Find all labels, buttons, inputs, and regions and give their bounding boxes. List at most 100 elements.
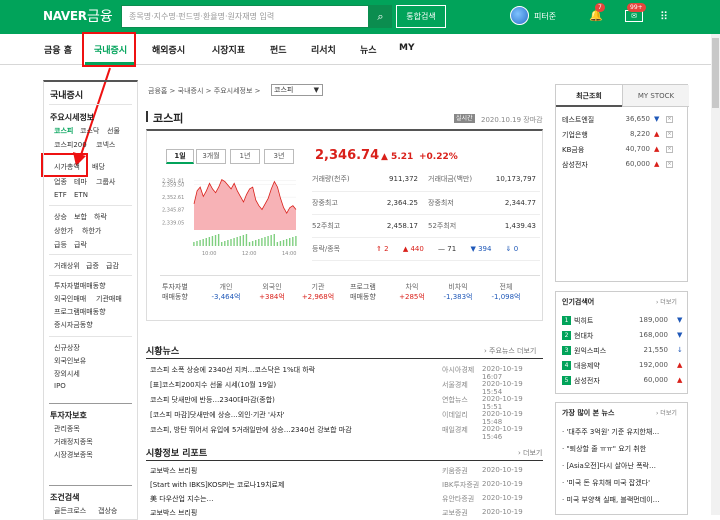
news-headline[interactable]: 코스피 소폭 상승에 2340선 지켜…코스닥은 1%대 하락 [150,365,315,375]
stock-name[interactable]: 대응제약 [574,361,600,371]
tab-1year[interactable]: 1년 [230,149,260,164]
sidebar-link-market-cap[interactable]: 시가총액 [54,162,80,172]
list-item[interactable]: 4 대응제약 192,000 ▲ [562,361,686,375]
program-arbitrage[interactable]: 차익 +285억 [392,282,432,302]
nav-indicators[interactable]: 시장지표 [212,43,245,56]
tab-3year[interactable]: 3년 [264,149,294,164]
sidebar-link-foreign-holding[interactable]: 외국인보유 [54,356,86,366]
nav-fund[interactable]: 펀드 [270,43,287,56]
tab-1day[interactable]: 1일 [166,149,194,164]
nav-overseas[interactable]: 해외증시 [152,43,185,56]
sidebar-link-ipo[interactable]: IPO [54,382,66,390]
list-item[interactable]: 코스피, 방탄 뛰어서 유입에 5거래일만에 상승…2340선 강보합 마감 매일… [150,425,542,441]
sidebar-link-kosdaq[interactable]: 코스닥 [80,126,99,136]
stock-name[interactable]: 빅히트 [574,316,593,326]
stock-name[interactable]: 테스트엔질 [562,115,594,125]
list-item[interactable]: 美 다우산업 지수는… 유안타증권 2020-10-19 [150,494,542,506]
list-item[interactable]: [표]코스피200지수 선물 시세(10월 19일) 서울경제 2020-10-19… [150,380,542,396]
breadcrumb-market[interactable]: 주요시세정보 [214,87,253,95]
scrollbar-thumb[interactable] [712,38,719,108]
remove-icon[interactable]: × [666,116,673,123]
investor-foreign[interactable]: 외국인 +384억 [252,282,292,302]
sidebar-link-lower-limit[interactable]: 하한가 [82,226,101,236]
flat-count[interactable]: 71 [447,245,456,253]
investor-institution[interactable]: 기관 +2,968억 [298,282,338,302]
up-count[interactable]: 440 [410,245,423,253]
sidebar-link-etn[interactable]: ETN [74,191,88,199]
sidebar-link-volume-top[interactable]: 거래상위 [54,261,80,271]
news-headline[interactable]: [코스피 마감]닷새만에 상승…외인·기관 '사자' [150,410,285,420]
sidebar-link-sector[interactable]: 업종 [54,177,67,187]
sidebar-link-new-listing[interactable]: 신규상장 [54,343,80,353]
sidebar-link-suspended[interactable]: 거래정지종목 [54,437,93,447]
stock-name[interactable]: 삼성전자 [562,160,588,170]
report-headline[interactable]: 교보박스 브리핑 [150,466,197,476]
intraday-chart[interactable]: 2,361.412,359.502,352.612,345.872,339.05… [160,168,300,258]
sidebar-link-theme[interactable]: 테마 [74,177,87,187]
list-item[interactable]: [코스피 마감]닷새만에 상승…외인·기관 '사자' 이데일리 2020-10-19… [150,410,542,426]
list-item[interactable]: · "퇴상할 줄 ㅠㅠ" 요기 취한 [562,444,686,454]
sidebar-link-rise[interactable]: 상승 [54,212,67,222]
nav-research[interactable]: 리서치 [311,43,336,56]
naver-logo[interactable]: NAVER [43,9,87,23]
remove-icon[interactable]: × [666,131,673,138]
news-headline[interactable]: 코스피 닷새만에 반등…2340대마감(종합) [150,395,275,405]
list-item[interactable]: 2 현대차 168,000 ▼ [562,331,686,345]
news-more-link[interactable]: › 주요뉴스 더보기 [484,346,536,356]
list-item[interactable]: 교보박스 브리핑 교보증권 2020-10-19 [150,508,542,520]
list-item[interactable]: 교보박스 브리핑 키움증권 2020-10-19 [150,466,542,478]
list-item[interactable]: · [Asia오전]다시 살아난 폭락… [562,461,686,471]
most-read-more-link[interactable]: › 더보기 [656,408,677,417]
program-non-arbitrage[interactable]: 비차익 -1,383억 [436,282,480,302]
down-limit-count[interactable]: 0 [514,245,518,253]
down-count[interactable]: 394 [478,245,491,253]
sidebar-link-dividend[interactable]: 배당 [92,162,105,172]
list-item[interactable]: KB금융 40,700 ▲ × [562,145,684,159]
sidebar-link-program-trade[interactable]: 프로그램매매동향 [54,307,106,317]
list-item[interactable]: 삼성전자 60,000 ▲ × [562,160,684,174]
investor-individual[interactable]: 개인 -3,464억 [206,282,246,302]
market-select[interactable]: 코스피 ▼ [271,84,323,96]
tab-recent[interactable]: 최근조회 [556,85,622,107]
nav-finance-home[interactable]: 금융 홈 [44,43,72,56]
list-item[interactable]: 기업은행 8,220 ▲ × [562,130,684,144]
news-headline[interactable]: 코스피, 방탄 뛰어서 유입에 5거래일만에 상승…2340선 강보합 마감 [150,425,352,435]
sidebar-link-kospi[interactable]: 코스피 [54,126,73,136]
list-item[interactable]: · '미국 돈 유치해 미국 잡겠다' [562,478,686,488]
nav-my[interactable]: MY [399,43,414,53]
breadcrumb-home[interactable]: 금융홈 [148,87,167,95]
sidebar-link-group[interactable]: 그룹사 [96,177,115,187]
up-limit-count[interactable]: 2 [384,245,388,253]
sidebar-link-volume-drop[interactable]: 급감 [106,261,119,271]
stock-name[interactable]: 삼성전자 [574,376,600,386]
list-item[interactable]: · '대주주 3억원' 기준 유지한채… [562,427,686,437]
sidebar-link-plunge[interactable]: 급락 [74,240,87,250]
sidebar-link-market-funds[interactable]: 증시자금동향 [54,320,93,330]
tab-my-stock[interactable]: MY STOCK [622,85,689,107]
report-headline[interactable]: [Start with IBKS]KOSPI는 코로나19치료제 [150,480,284,490]
stock-name[interactable]: 현대차 [574,331,593,341]
stock-name[interactable]: KB금융 [562,145,584,155]
user-name[interactable]: 피터준 [534,11,556,22]
avatar[interactable] [510,6,529,25]
program-total[interactable]: 전체 -1,098억 [484,282,528,302]
list-item[interactable]: 3 원익스피스 21,550 ↓ [562,346,686,360]
nav-news[interactable]: 뉴스 [360,43,377,56]
remove-icon[interactable]: × [666,161,673,168]
list-item[interactable]: 1 빅히트 189,000 ▼ [562,316,686,330]
search-icon[interactable]: ⌕ [369,5,392,28]
tab-3month[interactable]: 3개월 [196,149,226,164]
report-more-link[interactable]: › 더보기 [518,448,542,458]
popular-more-link[interactable]: › 더보기 [656,297,677,306]
sidebar-link-upper-limit[interactable]: 상한가 [54,226,73,236]
sidebar-link-konex[interactable]: 코넥스 [96,140,115,150]
search-input[interactable]: 종목명·지수명·펀드명·환율명·원자재명 입력 [121,5,369,28]
list-item[interactable]: · 미국 부양책 실패, 블랙먼데이… [562,495,686,505]
sidebar-link-flat[interactable]: 보합 [74,212,87,222]
list-item[interactable]: [Start with IBKS]KOSPI는 코로나19치료제 IBK투자증권 2… [150,480,542,492]
sidebar-link-warning[interactable]: 시장경보종목 [54,450,93,460]
breadcrumb-domestic[interactable]: 국내증시 [178,87,204,95]
integrated-search-button[interactable]: 통합검색 [396,5,446,28]
list-item[interactable]: 코스피 소폭 상승에 2340선 지켜…코스닥은 1%대 하락 아시아경제 2020… [150,365,542,381]
sidebar-link-investor-trend[interactable]: 투자자별매매동향 [54,281,106,291]
